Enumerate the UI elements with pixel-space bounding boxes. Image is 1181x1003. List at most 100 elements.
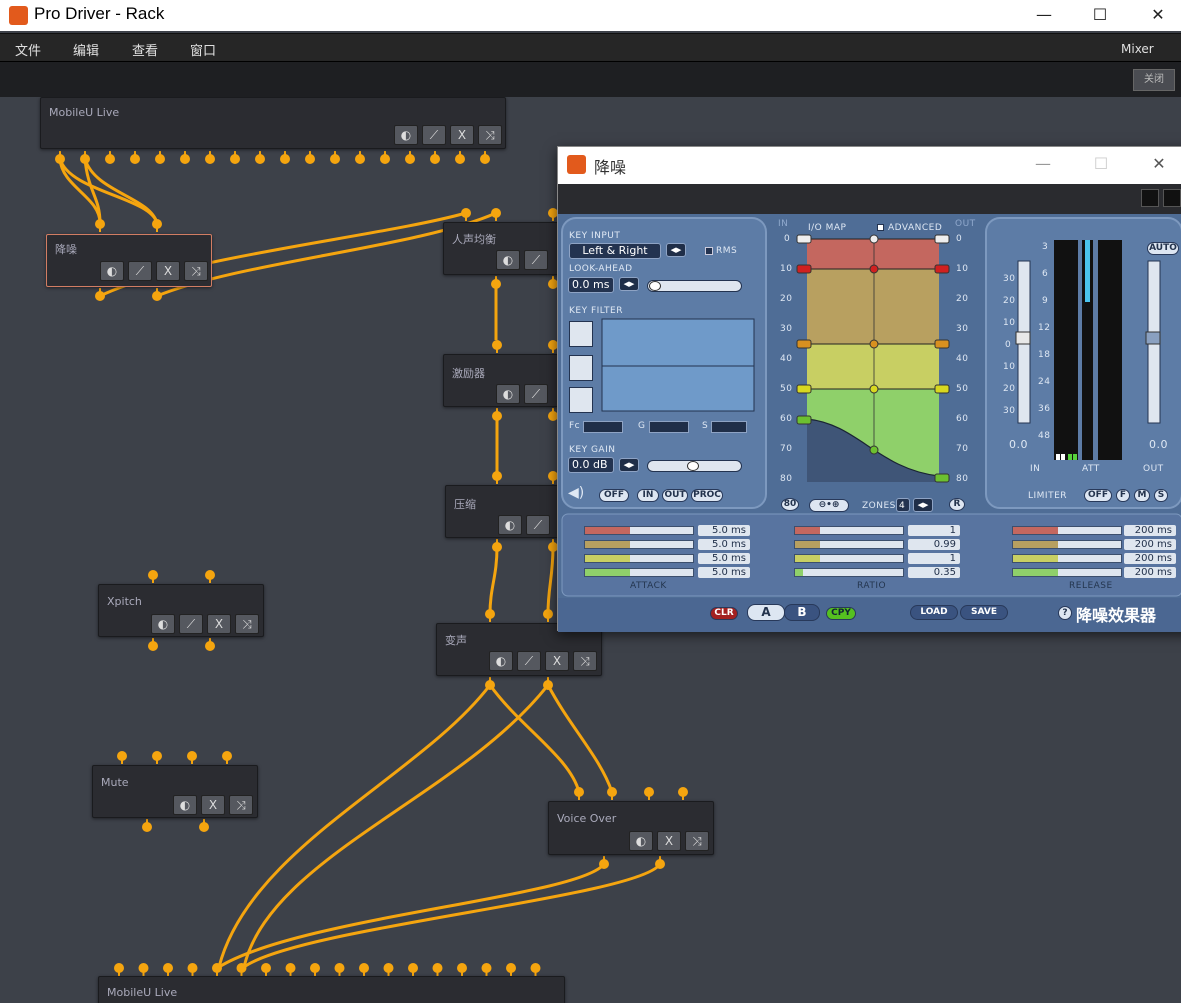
- attack-value-1[interactable]: 5.0 ms: [698, 525, 750, 536]
- port[interactable]: [205, 154, 215, 164]
- monitor-proc-button[interactable]: PROC: [691, 489, 723, 502]
- edit-icon[interactable]: ⟋: [526, 515, 550, 535]
- port[interactable]: [305, 154, 315, 164]
- port[interactable]: [355, 154, 365, 164]
- release-bar-1[interactable]: [1012, 526, 1122, 535]
- preset-a-button[interactable]: A: [747, 604, 785, 621]
- edit-icon[interactable]: ⟋: [517, 651, 541, 671]
- ratio-value-4[interactable]: 0.35: [908, 567, 960, 578]
- speaker-icon[interactable]: ◀): [568, 485, 584, 501]
- ratio-value-1[interactable]: 1: [908, 525, 960, 536]
- slider-knob[interactable]: [649, 281, 661, 291]
- shuffle-icon[interactable]: ⤨: [573, 651, 597, 671]
- port[interactable]: [285, 963, 296, 973]
- remove-icon[interactable]: X: [450, 125, 474, 145]
- look-ahead-value[interactable]: 0.0 ms: [568, 277, 614, 293]
- port[interactable]: [530, 963, 541, 973]
- port[interactable]: [481, 963, 492, 973]
- bandpass-filter-icon[interactable]: [569, 355, 593, 381]
- port[interactable]: [187, 963, 198, 973]
- shuffle-icon[interactable]: ⤨: [235, 614, 259, 634]
- port[interactable]: [543, 609, 553, 619]
- port[interactable]: [180, 154, 190, 164]
- s-field[interactable]: [711, 421, 747, 433]
- port[interactable]: [261, 963, 271, 973]
- shuffle-icon[interactable]: ⤨: [685, 831, 709, 851]
- zones-stepper[interactable]: ◀▶: [913, 498, 933, 512]
- release-bar-4[interactable]: [1012, 568, 1122, 577]
- look-ahead-stepper[interactable]: ◀▶: [619, 277, 639, 291]
- port[interactable]: [383, 963, 394, 973]
- module-voice-over[interactable]: Voice Over ◐ X ⤨: [548, 801, 714, 855]
- port[interactable]: [599, 859, 609, 869]
- power-icon[interactable]: ◐: [496, 384, 520, 404]
- port[interactable]: [138, 963, 149, 973]
- plugin-strip-button[interactable]: [1163, 189, 1181, 207]
- shuffle-icon[interactable]: ⤨: [478, 125, 502, 145]
- edit-icon[interactable]: ⟋: [524, 250, 548, 270]
- port[interactable]: [491, 279, 501, 289]
- ratio-value-2[interactable]: 0.99: [908, 539, 960, 550]
- port[interactable]: [574, 787, 584, 797]
- attack-value-3[interactable]: 5.0 ms: [698, 553, 750, 564]
- ratio-bar-2[interactable]: [794, 540, 904, 549]
- release-bar-3[interactable]: [1012, 554, 1122, 563]
- port[interactable]: [455, 154, 465, 164]
- port[interactable]: [55, 154, 65, 164]
- port[interactable]: [506, 963, 516, 973]
- menu-edit[interactable]: 编辑: [73, 40, 99, 59]
- port[interactable]: [644, 787, 654, 797]
- advanced-checkbox[interactable]: [877, 224, 884, 231]
- power-icon[interactable]: ◐: [498, 515, 522, 535]
- release-bar-2[interactable]: [1012, 540, 1122, 549]
- monitor-out-button[interactable]: OUT: [662, 489, 688, 502]
- close-button[interactable]: 关闭: [1133, 69, 1175, 91]
- port[interactable]: [310, 963, 320, 973]
- in-gain-value[interactable]: 0.0: [1009, 438, 1028, 451]
- module-denoise[interactable]: 降噪 ◐ ⟋ X ⤨: [46, 234, 212, 287]
- attack-bar-3[interactable]: [584, 554, 694, 563]
- port[interactable]: [95, 219, 105, 229]
- port[interactable]: [152, 291, 162, 301]
- look-ahead-slider[interactable]: [647, 280, 742, 292]
- limiter-s-button[interactable]: S: [1154, 489, 1168, 502]
- power-icon[interactable]: ◐: [394, 125, 418, 145]
- port[interactable]: [148, 570, 158, 580]
- remove-icon[interactable]: X: [207, 614, 231, 634]
- port[interactable]: [236, 963, 247, 973]
- cpy-button[interactable]: CPY: [826, 607, 856, 620]
- port[interactable]: [105, 154, 115, 164]
- remove-icon[interactable]: X: [201, 795, 225, 815]
- port[interactable]: [152, 219, 162, 229]
- ratio-bar-3[interactable]: [794, 554, 904, 563]
- menu-view[interactable]: 查看: [132, 40, 158, 59]
- port[interactable]: [334, 963, 345, 973]
- port[interactable]: [330, 154, 340, 164]
- port[interactable]: [80, 154, 90, 164]
- port[interactable]: [148, 641, 158, 651]
- port[interactable]: [492, 411, 502, 421]
- power-icon[interactable]: ◐: [100, 261, 124, 281]
- key-gain-value[interactable]: 0.0 dB: [568, 457, 614, 473]
- attack-value-2[interactable]: 5.0 ms: [698, 539, 750, 550]
- shuffle-icon[interactable]: ⤨: [184, 261, 208, 281]
- attack-bar-2[interactable]: [584, 540, 694, 549]
- edit-icon[interactable]: ⟋: [524, 384, 548, 404]
- ratio-bar-1[interactable]: [794, 526, 904, 535]
- port[interactable]: [607, 787, 617, 797]
- load-button[interactable]: LOAD: [910, 605, 958, 620]
- zones-value[interactable]: 4: [896, 498, 910, 512]
- reset-button[interactable]: R: [949, 498, 965, 511]
- remove-icon[interactable]: X: [545, 651, 569, 671]
- port[interactable]: [430, 154, 440, 164]
- port[interactable]: [655, 859, 665, 869]
- port[interactable]: [205, 570, 215, 580]
- port[interactable]: [408, 963, 418, 973]
- power-icon[interactable]: ◐: [496, 250, 520, 270]
- attack-bar-1[interactable]: [584, 526, 694, 535]
- port[interactable]: [492, 542, 502, 552]
- port[interactable]: [405, 154, 415, 164]
- edit-icon[interactable]: ⟋: [179, 614, 203, 634]
- module-xpitch[interactable]: Xpitch ◐ ⟋ X ⤨: [98, 584, 264, 637]
- port[interactable]: [163, 963, 173, 973]
